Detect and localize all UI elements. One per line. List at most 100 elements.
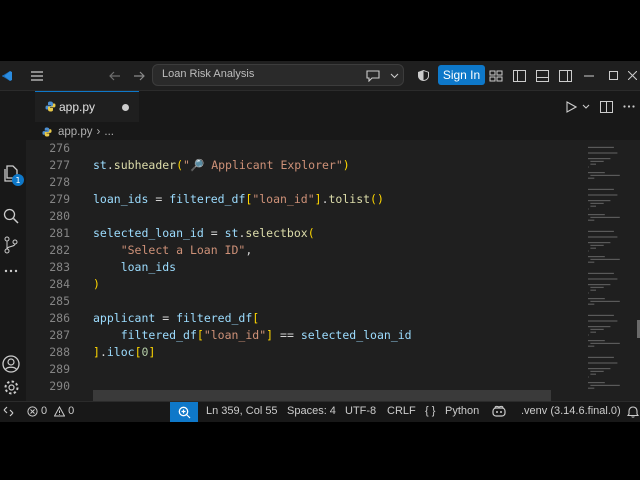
notifications-bell-icon[interactable]: [626, 405, 640, 421]
line-number: 280: [49, 209, 70, 223]
run-play-icon[interactable]: [562, 91, 580, 122]
cursor-position[interactable]: Ln 359, Col 55: [206, 405, 278, 417]
breadcrumb-file[interactable]: app.py: [58, 126, 93, 138]
back-arrow-icon[interactable]: [106, 61, 124, 90]
line-number: 279: [49, 192, 70, 206]
code-line[interactable]: applicant = filtered_df[: [93, 311, 259, 325]
python-file-icon: [45, 101, 56, 112]
line-number: 277: [49, 158, 70, 172]
minimap-line: [588, 387, 595, 389]
sign-in-button[interactable]: Sign In: [438, 65, 485, 85]
minimap-line: [590, 331, 596, 333]
indentation[interactable]: Spaces: 4: [287, 405, 336, 417]
minimap-line: [590, 370, 604, 372]
minimap-line: [588, 256, 605, 258]
minimap-line: [588, 208, 589, 210]
maximize-icon[interactable]: [604, 61, 622, 90]
forward-arrow-icon[interactable]: [130, 61, 148, 90]
chevron-down-icon[interactable]: [387, 61, 401, 90]
editor-tabs: app.py: [26, 91, 640, 122]
breadcrumb-more[interactable]: ...: [104, 126, 114, 138]
search-icon[interactable]: [0, 204, 22, 228]
more-actions-icon[interactable]: [620, 91, 638, 122]
line-number: 288: [49, 345, 70, 359]
line-number: 287: [49, 328, 70, 342]
minimap-line: [588, 340, 605, 342]
menu-icon[interactable]: [28, 61, 46, 90]
toggle-sidebar-icon[interactable]: [510, 61, 528, 90]
python-interpreter[interactable]: .venv (3.14.6.final.0): [521, 405, 621, 417]
minimap-line: [588, 200, 611, 202]
encoding[interactable]: UTF-8: [345, 405, 376, 417]
minimap-line: [588, 188, 614, 190]
minimap-line: [590, 342, 620, 344]
minimap-line: [588, 303, 595, 305]
line-number: 285: [49, 294, 70, 308]
problems-indicator[interactable]: 0 0: [27, 405, 74, 417]
remote-indicator-icon[interactable]: [3, 406, 14, 420]
python-file-icon: [42, 127, 52, 137]
accounts-shield-icon[interactable]: [414, 61, 432, 90]
code-line[interactable]: selected_loan_id = st.selectbox(: [93, 226, 315, 240]
status-bar: 0 0 Ln 359, Col 55 Spaces: 4 UTF-8 CRLF …: [0, 401, 640, 422]
overlay-widget: [93, 390, 551, 401]
minimap-line: [588, 242, 611, 244]
minimize-icon[interactable]: [580, 61, 598, 90]
split-editor-icon[interactable]: [597, 91, 615, 122]
code-line[interactable]: ): [93, 277, 100, 291]
settings-gear-icon[interactable]: [0, 375, 22, 399]
minimap-line: [588, 326, 611, 328]
minimap-line: [590, 160, 604, 162]
line-number: 289: [49, 362, 70, 376]
minimap-line: [590, 373, 596, 375]
close-icon[interactable]: [624, 61, 640, 90]
minimap-line: [588, 362, 618, 364]
copilot-icon[interactable]: [487, 61, 505, 90]
minimap-line: [590, 174, 620, 176]
minimap-line: [588, 292, 589, 294]
more-views-icon[interactable]: [0, 259, 22, 283]
copilot-status-icon[interactable]: [492, 405, 506, 421]
minimap-line: [590, 300, 620, 302]
code-line[interactable]: loan_ids: [93, 260, 176, 274]
minimap-line: [588, 177, 595, 179]
source-control-icon[interactable]: [0, 233, 22, 257]
minimap[interactable]: [586, 140, 640, 401]
accounts-icon[interactable]: [0, 352, 22, 376]
language-mode[interactable]: Python: [445, 405, 479, 417]
line-number: 281: [49, 226, 70, 240]
vscode-window: Loan Risk Analysis Sign In 1 app.py app.…: [0, 61, 640, 422]
line-number-gutter: 276 277 278 279 280 281 282 283 284 285 …: [26, 140, 72, 401]
toggle-panel-icon[interactable]: [533, 61, 551, 90]
minimap-line: [588, 356, 614, 358]
code-line[interactable]: ].iloc[0]: [93, 345, 155, 359]
code-line[interactable]: filtered_df["loan_id"] == selected_loan_…: [93, 328, 412, 342]
code-line[interactable]: "Select a Loan ID",: [93, 243, 253, 257]
command-center-text: Loan Risk Analysis: [162, 68, 255, 80]
line-number: 278: [49, 175, 70, 189]
end-of-line[interactable]: CRLF: [387, 405, 416, 417]
minimap-line: [588, 146, 614, 148]
minimap-line: [588, 298, 605, 300]
code-editor[interactable]: 276 277 278 279 280 281 282 283 284 285 …: [26, 140, 586, 401]
minimap-line: [588, 284, 611, 286]
minimap-line: [588, 250, 589, 252]
chat-icon[interactable]: [362, 61, 384, 90]
code-line[interactable]: loan_ids = filtered_df["loan_id"].tolist…: [93, 192, 384, 206]
minimap-lines: [588, 146, 640, 389]
vscode-logo-icon: [0, 61, 14, 90]
minimap-line: [588, 172, 605, 174]
minimap-line: [588, 166, 589, 168]
line-number: 284: [49, 277, 70, 291]
tab-app-py[interactable]: app.py: [35, 91, 139, 122]
zoom-icon[interactable]: [170, 402, 198, 422]
minimap-line: [590, 202, 604, 204]
toggle-secondary-sidebar-icon[interactable]: [556, 61, 574, 90]
code-line[interactable]: st.subheader("🔎 Applicant Explorer"): [93, 158, 350, 172]
run-menu-chevron-icon[interactable]: [580, 91, 592, 122]
minimap-line: [590, 244, 604, 246]
minimap-line: [590, 384, 620, 386]
minimap-line: [588, 334, 589, 336]
minimap-line: [588, 278, 618, 280]
unsaved-dot-icon[interactable]: [122, 104, 129, 111]
